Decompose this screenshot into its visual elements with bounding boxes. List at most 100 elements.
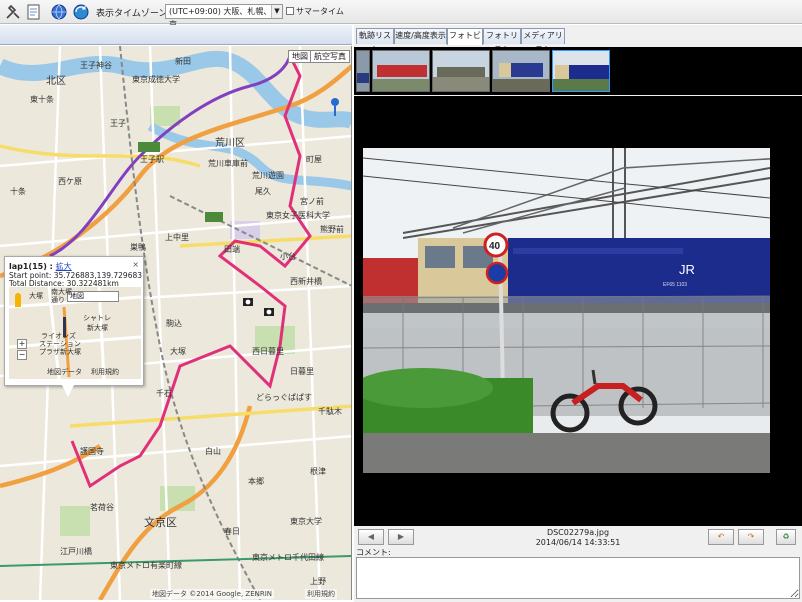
map-pin-icon xyxy=(63,317,66,337)
map-type-map-button[interactable]: 地図 xyxy=(288,50,312,63)
rotate-left-button[interactable]: ↶ xyxy=(708,529,734,545)
mini-label: 新大塚 xyxy=(87,324,108,332)
map-label: どらっぐぱぱす xyxy=(256,393,312,402)
mini-label: プラザ新大塚 xyxy=(39,348,81,356)
map-label: 東京成徳大学 xyxy=(132,75,180,84)
timezone-label: 表示タイムゾーン xyxy=(96,9,168,19)
tab-track-list[interactable]: 軌跡リスト xyxy=(356,28,394,54)
map-label: 西ケ原 xyxy=(58,177,82,186)
photo-thumbnail[interactable] xyxy=(432,50,490,92)
map-label: 荒川車庫前 xyxy=(208,159,248,168)
loco-number-text: EF65 1103 xyxy=(663,282,687,288)
comment-textarea[interactable] xyxy=(356,557,800,599)
map-label: 新田 xyxy=(175,57,191,66)
zoom-in-button[interactable]: + xyxy=(17,339,27,349)
camera-marker-icon[interactable] xyxy=(264,308,274,316)
mini-label: 通り xyxy=(51,296,65,304)
map-label: 千石 xyxy=(156,389,172,398)
map-label: 王子神谷 xyxy=(80,61,112,70)
tab-photo-view[interactable]: フォトビュー xyxy=(447,28,483,54)
map-label: 日暮里 xyxy=(290,367,314,376)
map-label: 東京女子医科大学 xyxy=(266,211,330,220)
thumbnail-strip xyxy=(354,47,802,95)
photo-thumbnail[interactable] xyxy=(372,50,430,92)
camera-marker-icon[interactable] xyxy=(243,298,253,306)
top-toolbar: 表示タイムゾーン (UTC+09:00) 大阪、札幌、東京 ▼ サマータイム xyxy=(0,0,802,29)
tab-speed-altitude[interactable]: 速度/高度表示 xyxy=(394,28,447,44)
dst-label: サマータイム xyxy=(296,7,344,16)
map-label: 北区 xyxy=(46,76,66,87)
map-label: 荒川区 xyxy=(215,138,245,149)
photo-viewer: JR EF65 1103 40 xyxy=(354,96,802,526)
timezone-select[interactable]: (UTC+09:00) 大阪、札幌、東京 ▼ xyxy=(165,4,283,29)
thumbnail-image xyxy=(373,51,429,91)
photo-panel: 軌跡リスト 速度/高度表示 フォトビュー フォトリスト メディアリスト xyxy=(354,25,802,602)
map-label: 文京区 xyxy=(144,516,177,529)
mini-label: 利用規約 xyxy=(91,368,119,376)
recycle-bin-icon[interactable]: ♻ xyxy=(776,529,796,545)
globe-refresh-icon[interactable] xyxy=(72,3,90,21)
mini-map-type-select[interactable]: 地図 xyxy=(67,291,119,302)
main-photo[interactable]: JR EF65 1103 40 xyxy=(363,148,770,473)
map-label: 尾久 xyxy=(255,187,271,196)
map-label: 駒込 xyxy=(166,319,182,328)
map-label: 西新井橋 xyxy=(290,277,322,286)
photo-datetime: 2014/06/14 14:33:51 xyxy=(535,538,621,547)
info-window-tail xyxy=(62,385,74,397)
info-lap-name: lap1(15) xyxy=(9,262,47,271)
map-label: 根津 xyxy=(310,467,326,476)
dst-checkbox[interactable]: サマータイム xyxy=(286,6,344,17)
speed-sign-number: 40 xyxy=(489,241,501,252)
photo-thumbnail[interactable] xyxy=(356,50,370,92)
photo-image: JR EF65 1103 40 xyxy=(363,148,770,473)
rotate-right-button[interactable]: ↷ xyxy=(738,529,764,545)
map-label: 王子 xyxy=(110,119,126,128)
map-label: 白山 xyxy=(205,447,221,456)
map-terms-link[interactable]: 利用規約 xyxy=(305,589,337,599)
route-info-window: × lap1(15) : 拡大 Start point: 35.726883,1… xyxy=(4,256,144,386)
document-icon[interactable] xyxy=(25,3,43,21)
thumbnail-image xyxy=(553,51,609,91)
zoom-out-button[interactable]: − xyxy=(17,350,27,360)
mini-streetview-map[interactable]: 地図 + − 南大塚 通り 大塚 シャトレ 新大塚 ライオンズ ステーション プ… xyxy=(9,287,141,379)
map-label: 千駄木 xyxy=(318,407,342,416)
thumbnail-image xyxy=(433,51,489,91)
pegman-icon[interactable] xyxy=(15,293,21,307)
map-label: 茗荷谷 xyxy=(90,503,114,512)
map-label: 大塚 xyxy=(170,347,186,356)
tab-photo-list[interactable]: フォトリスト xyxy=(483,28,521,54)
photo-thumbnail-selected[interactable] xyxy=(552,50,610,92)
map-label: 東十条 xyxy=(30,95,54,104)
chevron-down-icon[interactable]: ▼ xyxy=(271,5,282,18)
zoom-in-link[interactable]: 拡大 xyxy=(56,262,72,271)
map-label: 十条 xyxy=(10,187,26,196)
photo-filename: DSC02279a.jpg xyxy=(546,528,610,537)
thumbnail-image xyxy=(357,51,369,91)
map-label: 熊野前 xyxy=(320,225,344,234)
map-label: 江戸川橋 xyxy=(60,547,92,556)
map-label: 西日暮里 xyxy=(252,347,284,356)
map-label: 町屋 xyxy=(306,155,322,164)
checkbox-box[interactable] xyxy=(286,7,294,15)
map-label: 春日 xyxy=(224,527,240,536)
photo-thumbnail[interactable] xyxy=(492,50,550,92)
route-map[interactable]: 地図 航空写真 北区 王子神谷 東十条 十条 王子 東京成徳大学 王子駅 荒川区… xyxy=(0,46,352,600)
thumbnail-image xyxy=(493,51,549,91)
map-label: 田端 xyxy=(224,245,240,254)
map-type-satellite-button[interactable]: 航空写真 xyxy=(310,50,350,63)
map-label: 東京メトロ千代田線 xyxy=(252,553,324,562)
map-label: 宮ノ前 xyxy=(300,197,324,206)
map-panel-header xyxy=(0,25,352,45)
mini-label: 地図データ xyxy=(47,368,82,376)
tools-icon[interactable] xyxy=(4,3,22,21)
close-icon[interactable]: × xyxy=(132,260,139,269)
map-attribution: 地図データ ©2014 Google, ZENRIN xyxy=(150,589,275,599)
map-label: 本郷 xyxy=(248,477,264,486)
mini-label: シャトレ xyxy=(83,314,111,322)
loco-logo-text: JR xyxy=(679,262,695,277)
map-label: 小台 xyxy=(280,252,296,261)
tab-media-list[interactable]: メディアリスト xyxy=(521,28,565,54)
globe-icon[interactable] xyxy=(50,3,68,21)
photo-nav-bar: ◀ ▶ DSC02279a.jpg 2014/06/14 14:33:51 ↶ … xyxy=(354,526,802,550)
mini-label: 大塚 xyxy=(29,292,43,300)
